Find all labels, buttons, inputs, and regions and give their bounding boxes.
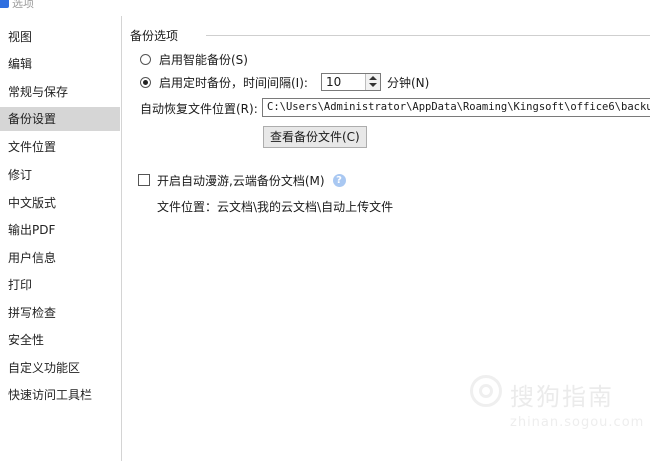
- options-sidebar: 视图 编辑 常规与保存 备份设置 文件位置 修订 中文版式 输出PDF 用户信息…: [0, 16, 122, 461]
- timed-backup-radio[interactable]: [140, 76, 151, 88]
- cloud-roaming-label[interactable]: 开启自动漫游,云端备份文档(M): [157, 172, 325, 189]
- watermark-subtext: zhinan.sogou.com: [510, 415, 645, 430]
- sidebar-item-user-info[interactable]: 用户信息: [0, 246, 120, 270]
- watermark-text: 搜狗指南: [510, 383, 614, 411]
- group-divider: [206, 35, 650, 36]
- restore-path-field[interactable]: C:\Users\Administrator\AppData\Roaming\K…: [262, 98, 650, 117]
- sidebar-item-edit[interactable]: 编辑: [0, 52, 120, 76]
- sidebar-item-view[interactable]: 视图: [0, 25, 120, 49]
- sidebar-item-security[interactable]: 安全性: [0, 328, 120, 352]
- stepper-down-arrow-icon[interactable]: [369, 83, 377, 87]
- sogou-logo-icon: [470, 375, 502, 407]
- cloud-roaming-checkbox[interactable]: [138, 174, 150, 186]
- sidebar-item-backup-settings[interactable]: 备份设置: [0, 107, 120, 131]
- sidebar-item-file-location[interactable]: 文件位置: [0, 135, 120, 159]
- interval-unit-label: 分钟(N): [387, 76, 430, 90]
- timed-backup-label[interactable]: 启用定时备份，时间间隔(I):: [159, 74, 308, 91]
- backup-options-group-title: 备份选项: [130, 27, 182, 44]
- restore-path-label: 自动恢复文件位置(R):: [140, 102, 258, 116]
- sidebar-item-customize-ribbon[interactable]: 自定义功能区: [0, 356, 120, 380]
- backup-interval-value[interactable]: 10: [326, 75, 341, 89]
- sidebar-item-chinese-layout[interactable]: 中文版式: [0, 191, 120, 215]
- backup-interval-stepper[interactable]: 10: [321, 73, 381, 91]
- cloud-roaming-option[interactable]: 开启自动漫游,云端备份文档(M) ?: [138, 171, 346, 189]
- sidebar-item-general-save[interactable]: 常规与保存: [0, 80, 120, 104]
- stepper-buttons[interactable]: [365, 74, 380, 90]
- smart-backup-radio[interactable]: [140, 53, 151, 65]
- window-title: 选项: [12, 0, 34, 10]
- question-icon[interactable]: ?: [332, 173, 346, 187]
- smart-backup-label[interactable]: 启用智能备份(S): [159, 51, 248, 68]
- sidebar-item-spellcheck[interactable]: 拼写检查: [0, 301, 120, 325]
- sidebar-item-print[interactable]: 打印: [0, 273, 120, 297]
- sidebar-item-export-pdf[interactable]: 输出PDF: [0, 218, 120, 242]
- view-backup-files-button[interactable]: 查看备份文件(C): [263, 126, 367, 148]
- smart-backup-option[interactable]: 启用智能备份(S): [140, 50, 248, 68]
- wps-app-icon: [0, 0, 9, 8]
- cloud-file-location-note: 文件位置：云文档\我的云文档\自动上传文件: [157, 200, 394, 214]
- sidebar-item-quick-access-toolbar[interactable]: 快速访问工具栏: [0, 383, 120, 407]
- title-bar: 选项: [0, 0, 650, 16]
- stepper-up-arrow-icon[interactable]: [369, 76, 377, 80]
- timed-backup-option[interactable]: 启用定时备份，时间间隔(I):: [140, 73, 308, 91]
- sidebar-item-revision[interactable]: 修订: [0, 163, 120, 187]
